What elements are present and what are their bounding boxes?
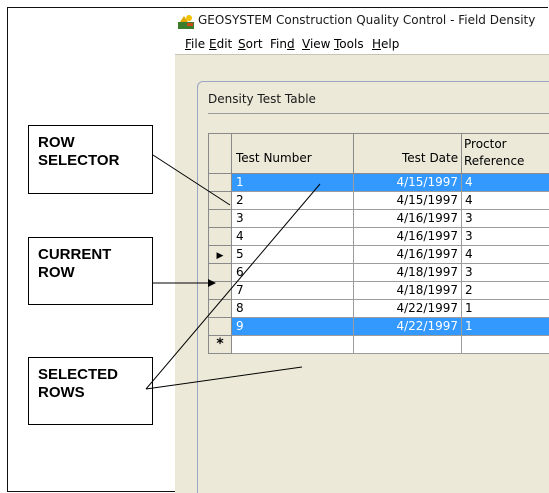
cell-test-number[interactable]: 3 — [232, 210, 354, 228]
cell-test-date[interactable]: 4/15/1997 — [354, 174, 462, 192]
cell-test-number[interactable]: 8 — [232, 300, 354, 318]
cell-proctor-reference[interactable]: 3 — [462, 210, 549, 228]
table-row[interactable]: 7 4/18/1997 2 — [208, 282, 549, 300]
menu-edit[interactable]: Edit — [209, 37, 232, 51]
cell-test-number[interactable]: 2 — [232, 192, 354, 210]
row-selector[interactable] — [208, 318, 232, 336]
cell-test-date[interactable]: 4/16/1997 — [354, 228, 462, 246]
column-header-proctor-line2: Reference — [464, 154, 525, 168]
row-selector-new[interactable]: * — [208, 336, 232, 354]
window-title: GEOSYSTEM Construction Quality Control -… — [198, 13, 536, 27]
table-row[interactable]: 3 4/16/1997 3 — [208, 210, 549, 228]
header-corner[interactable] — [208, 133, 232, 174]
new-record-row[interactable]: * — [208, 336, 549, 354]
row-selector[interactable] — [208, 300, 232, 318]
menu-file[interactable]: File — [185, 37, 205, 51]
title-bar: GEOSYSTEM Construction Quality Control -… — [175, 8, 549, 34]
table-row[interactable]: 9 4/22/1997 1 — [208, 318, 549, 336]
row-selector-current[interactable]: ▶ — [208, 246, 232, 264]
cell-proctor-reference[interactable]: 4 — [462, 246, 549, 264]
cell-proctor-reference[interactable]: 3 — [462, 264, 549, 282]
density-test-form: Density Test Table Test Number Test Date… — [197, 81, 549, 493]
menu-sort[interactable]: Sort — [238, 37, 263, 51]
current-row-arrow-icon: ▶ — [216, 251, 224, 261]
table-row[interactable]: 4 4/16/1997 3 — [208, 228, 549, 246]
cell-test-number[interactable]: 7 — [232, 282, 354, 300]
column-header-test-number[interactable]: Test Number — [232, 133, 354, 174]
row-selector[interactable] — [208, 174, 232, 192]
cell-test-date[interactable]: 4/18/1997 — [354, 282, 462, 300]
row-selector[interactable] — [208, 192, 232, 210]
density-test-grid: Test Number Test Date Proctor Reference … — [208, 133, 549, 493]
cell-test-number[interactable]: 6 — [232, 264, 354, 282]
row-selector[interactable] — [208, 210, 232, 228]
cell-proctor-reference[interactable]: 4 — [462, 192, 549, 210]
table-row[interactable]: ▶ 5 4/16/1997 4 — [208, 246, 549, 264]
cell-proctor-reference[interactable]: 4 — [462, 174, 549, 192]
menu-view[interactable]: View — [302, 37, 330, 51]
cell-test-number[interactable]: 1 — [232, 174, 354, 192]
cell-new-proctor-reference[interactable] — [462, 336, 549, 354]
callout-row-selector: ROW SELECTOR — [28, 125, 153, 194]
cell-test-number[interactable]: 5 — [232, 246, 354, 264]
column-header-test-number-label: Test Number — [236, 151, 312, 165]
column-header-test-date-label: Test Date — [402, 151, 459, 165]
cell-test-number[interactable]: 4 — [232, 228, 354, 246]
form-title: Density Test Table — [208, 92, 316, 106]
row-selector[interactable] — [208, 264, 232, 282]
column-header-test-date[interactable]: Test Date — [354, 133, 462, 174]
row-selector[interactable] — [208, 228, 232, 246]
table-row[interactable]: 8 4/22/1997 1 — [208, 300, 549, 318]
menu-find[interactable]: Find — [270, 37, 295, 51]
menu-bar: File Edit Sort Find View Tools Help — [175, 34, 549, 55]
row-selector[interactable] — [208, 282, 232, 300]
app-window: GEOSYSTEM Construction Quality Control -… — [175, 8, 549, 493]
column-header-proctor-reference[interactable]: Proctor Reference — [462, 133, 549, 174]
cell-proctor-reference[interactable]: 3 — [462, 228, 549, 246]
cell-proctor-reference[interactable]: 1 — [462, 300, 549, 318]
table-row[interactable]: 1 4/15/1997 4 — [208, 174, 549, 192]
new-record-asterisk-icon: * — [216, 336, 224, 352]
cell-test-number[interactable]: 9 — [232, 318, 354, 336]
cell-test-date[interactable]: 4/16/1997 — [354, 210, 462, 228]
app-icon — [178, 15, 194, 29]
cell-new-test-date[interactable] — [354, 336, 462, 354]
cell-test-date[interactable]: 4/16/1997 — [354, 246, 462, 264]
cell-test-date[interactable]: 4/15/1997 — [354, 192, 462, 210]
callout-selected-rows: SELECTED ROWS — [28, 357, 153, 425]
cell-test-date[interactable]: 4/22/1997 — [354, 300, 462, 318]
cell-proctor-reference[interactable]: 1 — [462, 318, 549, 336]
cell-test-date[interactable]: 4/22/1997 — [354, 318, 462, 336]
menu-help[interactable]: Help — [372, 37, 399, 51]
grid-caption-strip — [208, 113, 549, 134]
cell-test-date[interactable]: 4/18/1997 — [354, 264, 462, 282]
callout-current-row: CURRENT ROW — [28, 237, 153, 305]
table-row[interactable]: 6 4/18/1997 3 — [208, 264, 549, 282]
mdi-workspace: Density Test Table Test Number Test Date… — [175, 55, 549, 493]
cell-new-test-number[interactable] — [232, 336, 354, 354]
menu-tools[interactable]: Tools — [334, 37, 364, 51]
cell-proctor-reference[interactable]: 2 — [462, 282, 549, 300]
table-row[interactable]: 2 4/15/1997 4 — [208, 192, 549, 210]
column-header-proctor-line1: Proctor — [464, 137, 507, 151]
